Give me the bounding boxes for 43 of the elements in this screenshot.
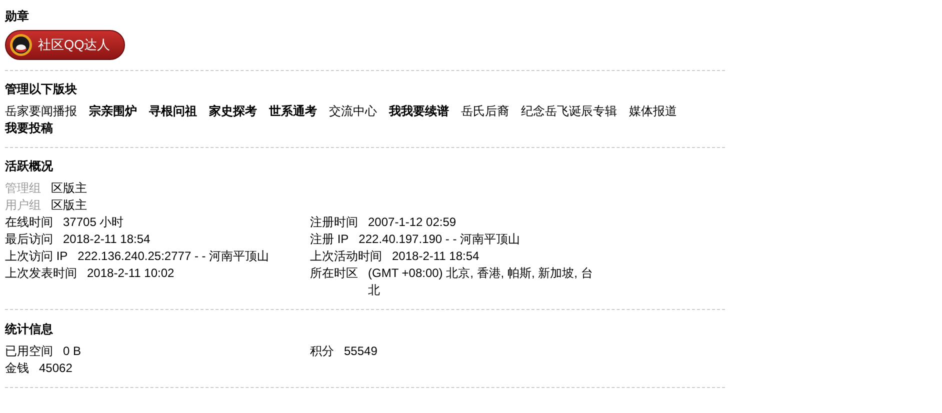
- field-value: 区版主: [51, 180, 87, 197]
- forum-link[interactable]: 媒体报道: [629, 103, 677, 120]
- forum-link[interactable]: 交流中心: [329, 103, 377, 120]
- field-value: 0 B: [63, 343, 82, 360]
- forum-link[interactable]: 寻根问祖: [149, 103, 197, 120]
- field-value: (GMT +08:00) 北京, 香港, 帕斯, 新加坡, 台北: [368, 265, 594, 299]
- forum-link[interactable]: 世系通考: [269, 103, 317, 120]
- section-heading: 管理以下版块: [5, 81, 77, 98]
- field-value: 2018-2-11 10:02: [87, 265, 174, 282]
- forum-link[interactable]: 岳家要闻播报: [5, 103, 77, 120]
- forum-link[interactable]: 我要投稿: [5, 120, 53, 137]
- section-heading: 活跃概况: [5, 158, 53, 175]
- field-label: 已用空间: [5, 343, 53, 360]
- field-value: 222.136.240.25:2777 - - 河南平顶山: [78, 248, 270, 265]
- section-heading: 统计信息: [5, 321, 53, 338]
- badge-label: 社区QQ达人: [38, 36, 110, 54]
- field-label: 上次发表时间: [5, 265, 77, 282]
- field-label: 积分: [310, 343, 334, 360]
- field-value: 2018-2-11 18:54: [392, 248, 480, 265]
- field-label: 用户组: [5, 197, 41, 214]
- field-label: 最后访问: [5, 231, 53, 248]
- field-label: 管理组: [5, 180, 41, 197]
- field-value: 37705 小时: [63, 214, 124, 231]
- emblem-icon: [9, 33, 33, 57]
- field-label: 上次访问 IP: [5, 248, 68, 265]
- field-label: 在线时间: [5, 214, 53, 231]
- field-label: 金钱: [5, 360, 29, 377]
- forum-link[interactable]: 宗亲围炉: [89, 103, 137, 120]
- field-label: 注册 IP: [310, 231, 349, 248]
- field-value: 222.40.197.190 - - 河南平顶山: [358, 231, 520, 248]
- section-heading: 勋章: [5, 8, 29, 25]
- field-value: 2018-2-11 18:54: [63, 231, 150, 248]
- field-value: 2007-1-12 02:59: [368, 214, 456, 231]
- forum-link[interactable]: 岳氏后裔: [461, 103, 509, 120]
- field-label: 所在时区: [310, 265, 358, 282]
- field-value: 45062: [39, 360, 72, 377]
- forum-link[interactable]: 纪念岳飞诞辰专辑: [521, 103, 617, 120]
- field-value: 55549: [344, 343, 378, 360]
- field-label: 上次活动时间: [310, 248, 382, 265]
- forum-link[interactable]: 家史探考: [209, 103, 257, 120]
- forum-link[interactable]: 我我要续谱: [389, 103, 449, 120]
- field-label: 注册时间: [310, 214, 358, 231]
- field-value: 区版主: [51, 197, 87, 214]
